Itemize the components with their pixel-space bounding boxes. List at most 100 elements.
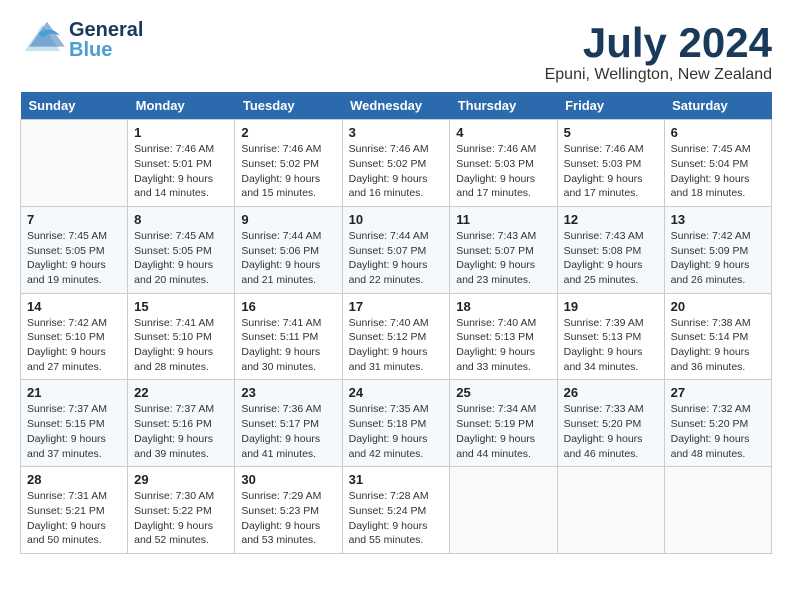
day-number: 18 [456, 299, 550, 314]
day-number: 17 [349, 299, 444, 314]
table-row: 25 Sunrise: 7:34 AM Sunset: 5:19 PM Dayli… [450, 380, 557, 467]
day-info: Sunrise: 7:44 AM Sunset: 5:07 PM Dayligh… [349, 229, 444, 288]
day-info: Sunrise: 7:41 AM Sunset: 5:11 PM Dayligh… [241, 316, 335, 375]
day-info: Sunrise: 7:46 AM Sunset: 5:02 PM Dayligh… [241, 142, 335, 201]
day-info: Sunrise: 7:43 AM Sunset: 5:08 PM Dayligh… [564, 229, 658, 288]
day-number: 26 [564, 385, 658, 400]
day-info: Sunrise: 7:40 AM Sunset: 5:12 PM Dayligh… [349, 316, 444, 375]
table-row: 28 Sunrise: 7:31 AM Sunset: 5:21 PM Dayli… [21, 467, 128, 554]
day-info: Sunrise: 7:30 AM Sunset: 5:22 PM Dayligh… [134, 489, 228, 548]
table-row: 30 Sunrise: 7:29 AM Sunset: 5:23 PM Dayli… [235, 467, 342, 554]
day-info: Sunrise: 7:43 AM Sunset: 5:07 PM Dayligh… [456, 229, 550, 288]
day-number: 22 [134, 385, 228, 400]
table-row: 13 Sunrise: 7:42 AM Sunset: 5:09 PM Dayli… [664, 206, 771, 293]
table-row: 27 Sunrise: 7:32 AM Sunset: 5:20 PM Dayli… [664, 380, 771, 467]
day-number: 8 [134, 212, 228, 227]
day-number: 24 [349, 385, 444, 400]
day-info: Sunrise: 7:31 AM Sunset: 5:21 PM Dayligh… [27, 489, 121, 548]
table-row: 4 Sunrise: 7:46 AM Sunset: 5:03 PM Daylig… [450, 120, 557, 207]
week-row-4: 21 Sunrise: 7:37 AM Sunset: 5:15 PM Dayli… [21, 380, 772, 467]
day-number: 14 [27, 299, 121, 314]
table-row [557, 467, 664, 554]
table-row: 31 Sunrise: 7:28 AM Sunset: 5:24 PM Dayli… [342, 467, 450, 554]
week-row-3: 14 Sunrise: 7:42 AM Sunset: 5:10 PM Dayli… [21, 293, 772, 380]
day-info: Sunrise: 7:42 AM Sunset: 5:09 PM Dayligh… [671, 229, 765, 288]
page-container: General Blue July 2024 Epuni, Wellington… [20, 20, 772, 554]
day-info: Sunrise: 7:37 AM Sunset: 5:15 PM Dayligh… [27, 402, 121, 461]
table-row: 5 Sunrise: 7:46 AM Sunset: 5:03 PM Daylig… [557, 120, 664, 207]
logo-icon [20, 20, 65, 60]
day-info: Sunrise: 7:46 AM Sunset: 5:02 PM Dayligh… [349, 142, 444, 201]
header: General Blue July 2024 Epuni, Wellington… [20, 20, 772, 84]
header-sunday: Sunday [21, 92, 128, 120]
day-info: Sunrise: 7:29 AM Sunset: 5:23 PM Dayligh… [241, 489, 335, 548]
table-row: 8Sunrise: 7:45 AM Sunset: 5:05 PM Daylig… [128, 206, 235, 293]
day-number: 25 [456, 385, 550, 400]
day-number: 13 [671, 212, 765, 227]
table-row: 15Sunrise: 7:41 AM Sunset: 5:10 PM Dayli… [128, 293, 235, 380]
header-tuesday: Tuesday [235, 92, 342, 120]
header-friday: Friday [557, 92, 664, 120]
calendar-table: Sunday Monday Tuesday Wednesday Thursday… [20, 92, 772, 554]
day-info: Sunrise: 7:46 AM Sunset: 5:01 PM Dayligh… [134, 142, 228, 201]
day-info: Sunrise: 7:37 AM Sunset: 5:16 PM Dayligh… [134, 402, 228, 461]
header-monday: Monday [128, 92, 235, 120]
day-number: 11 [456, 212, 550, 227]
day-info: Sunrise: 7:46 AM Sunset: 5:03 PM Dayligh… [456, 142, 550, 201]
day-number: 30 [241, 472, 335, 487]
day-info: Sunrise: 7:36 AM Sunset: 5:17 PM Dayligh… [241, 402, 335, 461]
logo-text: General Blue [69, 20, 143, 60]
table-row: 24Sunrise: 7:35 AM Sunset: 5:18 PM Dayli… [342, 380, 450, 467]
table-row: 10 Sunrise: 7:44 AM Sunset: 5:07 PM Dayli… [342, 206, 450, 293]
day-number: 4 [456, 125, 550, 140]
table-row: 19 Sunrise: 7:39 AM Sunset: 5:13 PM Dayli… [557, 293, 664, 380]
logo: General Blue [20, 20, 143, 60]
day-info: Sunrise: 7:33 AM Sunset: 5:20 PM Dayligh… [564, 402, 658, 461]
table-row: 21 Sunrise: 7:37 AM Sunset: 5:15 PM Dayli… [21, 380, 128, 467]
table-row: 17 Sunrise: 7:40 AM Sunset: 5:12 PM Dayli… [342, 293, 450, 380]
day-number: 6 [671, 125, 765, 140]
day-info: Sunrise: 7:46 AM Sunset: 5:03 PM Dayligh… [564, 142, 658, 201]
day-number: 21 [27, 385, 121, 400]
day-info: Sunrise: 7:44 AM Sunset: 5:06 PM Dayligh… [241, 229, 335, 288]
logo-general-text: General [69, 20, 143, 40]
day-info: Sunrise: 7:28 AM Sunset: 5:24 PM Dayligh… [349, 489, 444, 548]
table-row: 29Sunrise: 7:30 AM Sunset: 5:22 PM Dayli… [128, 467, 235, 554]
title-section: July 2024 Epuni, Wellington, New Zealand [545, 20, 772, 84]
day-number: 10 [349, 212, 444, 227]
header-wednesday: Wednesday [342, 92, 450, 120]
table-row: 3 Sunrise: 7:46 AM Sunset: 5:02 PM Daylig… [342, 120, 450, 207]
day-number: 23 [241, 385, 335, 400]
table-row: 2Sunrise: 7:46 AM Sunset: 5:02 PM Daylig… [235, 120, 342, 207]
table-row: 26 Sunrise: 7:33 AM Sunset: 5:20 PM Dayli… [557, 380, 664, 467]
day-number: 20 [671, 299, 765, 314]
day-info: Sunrise: 7:42 AM Sunset: 5:10 PM Dayligh… [27, 316, 121, 375]
day-info: Sunrise: 7:32 AM Sunset: 5:20 PM Dayligh… [671, 402, 765, 461]
day-number: 5 [564, 125, 658, 140]
month-year-title: July 2024 [545, 20, 772, 66]
day-number: 9 [241, 212, 335, 227]
day-number: 19 [564, 299, 658, 314]
table-row: 12 Sunrise: 7:43 AM Sunset: 5:08 PM Dayli… [557, 206, 664, 293]
day-number: 3 [349, 125, 444, 140]
day-number: 12 [564, 212, 658, 227]
day-number: 28 [27, 472, 121, 487]
day-info: Sunrise: 7:39 AM Sunset: 5:13 PM Dayligh… [564, 316, 658, 375]
weekday-header-row: Sunday Monday Tuesday Wednesday Thursday… [21, 92, 772, 120]
table-row: 1 Sunrise: 7:46 AM Sunset: 5:01 PM Daylig… [128, 120, 235, 207]
table-row: 7Sunrise: 7:45 AM Sunset: 5:05 PM Daylig… [21, 206, 128, 293]
day-number: 15 [134, 299, 228, 314]
day-number: 27 [671, 385, 765, 400]
day-info: Sunrise: 7:34 AM Sunset: 5:19 PM Dayligh… [456, 402, 550, 461]
day-number: 31 [349, 472, 444, 487]
logo-blue-text: Blue [69, 40, 143, 60]
day-number: 1 [134, 125, 228, 140]
table-row [450, 467, 557, 554]
day-info: Sunrise: 7:40 AM Sunset: 5:13 PM Dayligh… [456, 316, 550, 375]
table-row: 6 Sunrise: 7:45 AM Sunset: 5:04 PM Daylig… [664, 120, 771, 207]
table-row [21, 120, 128, 207]
table-row: 11 Sunrise: 7:43 AM Sunset: 5:07 PM Dayli… [450, 206, 557, 293]
week-row-5: 28 Sunrise: 7:31 AM Sunset: 5:21 PM Dayli… [21, 467, 772, 554]
table-row: 23 Sunrise: 7:36 AM Sunset: 5:17 PM Dayli… [235, 380, 342, 467]
day-info: Sunrise: 7:45 AM Sunset: 5:04 PM Dayligh… [671, 142, 765, 201]
